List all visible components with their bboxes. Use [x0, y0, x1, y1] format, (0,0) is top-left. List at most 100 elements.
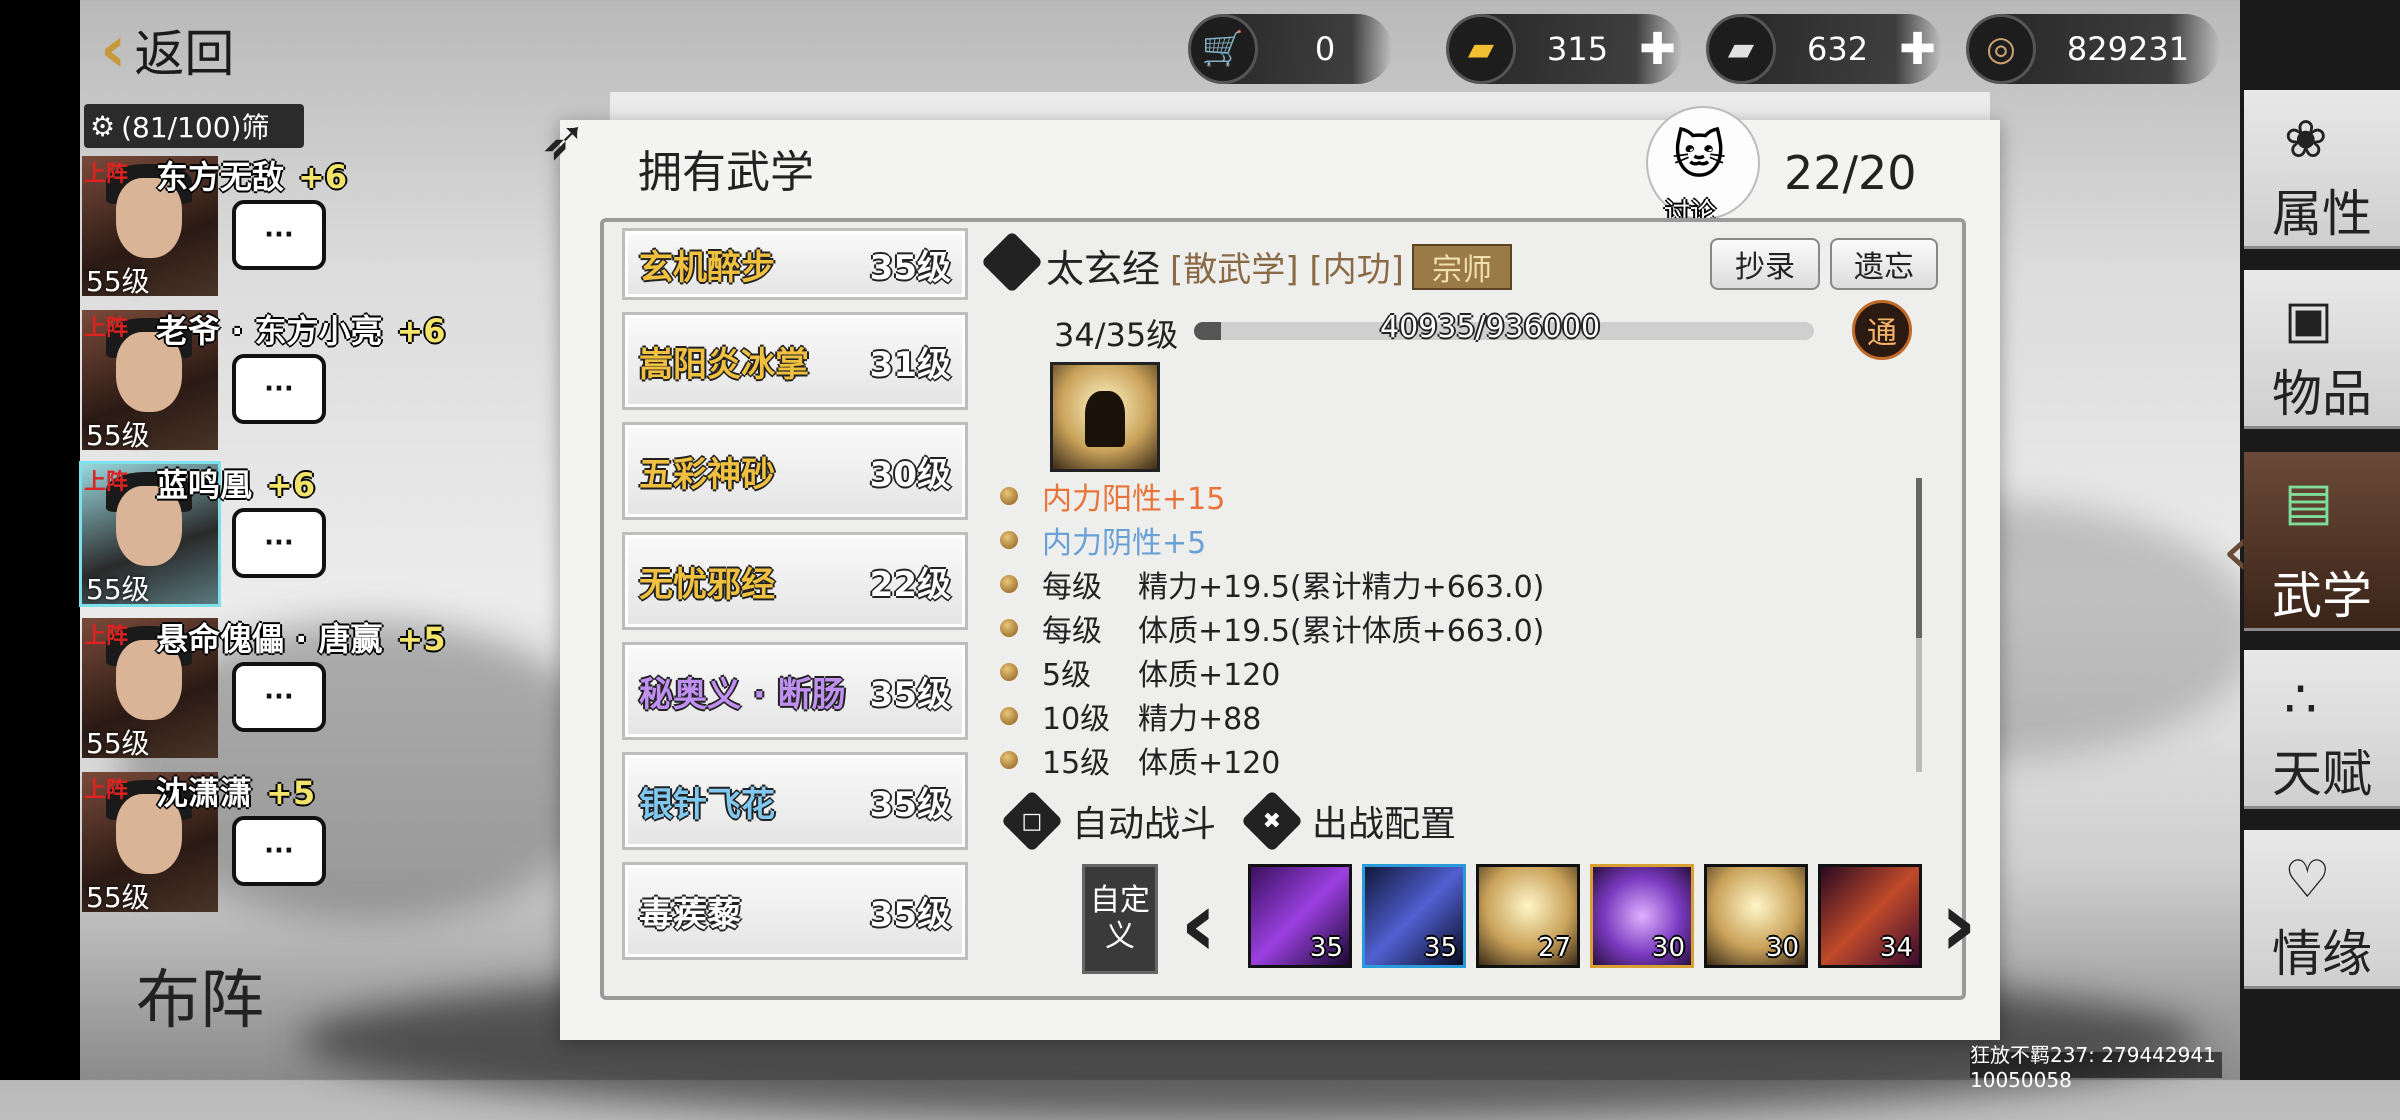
hero-name: 东方无敌 +6: [156, 152, 347, 198]
menu-label: 武学: [2272, 567, 2372, 625]
hero-card[interactable]: 上阵 55级 老爷 · 东方小亮 +6 ···: [82, 306, 446, 454]
attribute-row: 每级 体质+19.5(累计体质+663.0): [1000, 606, 1930, 650]
auto-battle-toggle[interactable]: □ 自动战斗: [1000, 789, 1216, 853]
skill-list-item[interactable]: 嵩阳炎冰掌 31级: [622, 312, 968, 410]
battle-config-toggle[interactable]: ✖ 出战配置: [1240, 789, 1457, 853]
slot-level: 34: [1879, 933, 1913, 963]
skill-level: 35级: [869, 784, 951, 825]
exp-progress-fill: [1194, 322, 1222, 340]
menu-martial-arts[interactable]: ▤ 武学: [2244, 452, 2400, 631]
skill-level: 31级: [869, 344, 951, 385]
scrollbar-thumb[interactable]: [1916, 478, 1922, 638]
attribute-list: 内力阳性+15 内力阴性+5 每级 精力+19.5(累计精力+663.0) 每级体…: [1000, 474, 1930, 782]
skill-list-item[interactable]: 银针飞花 35级: [622, 752, 968, 850]
monitor-icon: □: [1000, 789, 1064, 853]
bullet-icon: [1000, 663, 1018, 681]
hero-name: 蓝鸣凰 +6: [156, 460, 315, 506]
hero-name-text: 东方无敌: [156, 158, 285, 196]
chat-bubble-icon[interactable]: ···: [232, 200, 326, 270]
hero-card[interactable]: 上阵 55级 沈潇潇 +5 ···: [82, 768, 382, 916]
menu-romance[interactable]: ♡ 情缘: [2244, 830, 2400, 989]
skill-level: 35级: [869, 247, 951, 288]
hero-card-selected[interactable]: 上阵 55级 蓝鸣凰 +6 ···: [82, 460, 382, 608]
attribute-text: 内力阳性+15: [1042, 482, 1226, 517]
attribute-icon: ❀: [2284, 110, 2328, 170]
menu-items[interactable]: ▣ 物品: [2244, 270, 2400, 429]
skill-level: 22级: [869, 564, 951, 605]
hero-name-text: 悬命傀儡 · 唐赢: [156, 620, 383, 658]
skill-list-item[interactable]: 玄机醉步 35级: [622, 228, 968, 300]
attribute-row: 内力阳性+15: [1000, 474, 1930, 518]
formation-button[interactable]: 布阵: [90, 940, 310, 1050]
meditation-icon[interactable]: 27: [1476, 864, 1580, 968]
filter-icon: ⚙: [90, 109, 116, 143]
purple-flower-icon[interactable]: 30: [1590, 864, 1694, 968]
chevron-left-icon[interactable]: ‹: [1180, 872, 1217, 977]
book-icon: ▤: [2284, 472, 2334, 532]
slot-level: 30: [1765, 933, 1799, 963]
currency-tribute: 🛒 0: [1188, 14, 1392, 84]
attribute-row: 5级 体质+120: [1000, 650, 1930, 694]
skill-list-item[interactable]: 毒蒺藜 35级: [622, 862, 968, 960]
chevron-left-icon: ‹: [2222, 510, 2250, 592]
dart-icon: ➶: [540, 108, 587, 173]
attribute-text: 内力阴性+5: [1042, 526, 1207, 561]
panel-title: 拥有武学: [638, 147, 814, 198]
hero-card[interactable]: 上阵 55级 悬命傀儡 · 唐赢 +5 ···: [82, 614, 446, 762]
back-button[interactable]: ‹ 返回: [100, 10, 290, 90]
deployed-tag: 上阵: [84, 316, 129, 341]
player-watermark: 狂放不羁237: 279442941 10050058: [1970, 1043, 2222, 1092]
chat-bubble-icon[interactable]: ···: [232, 662, 326, 732]
custom-config-button[interactable]: 自定义: [1082, 864, 1158, 974]
mastery-button[interactable]: 通: [1852, 300, 1912, 360]
talent-tree-icon: ∴: [2284, 670, 2318, 730]
menu-attributes[interactable]: ❀ 属性: [2244, 90, 2400, 249]
crossed-swords-icon: ✖: [1240, 789, 1304, 853]
hero-level: 55级: [86, 265, 150, 298]
discuss-button[interactable]: 🐱 讨论: [1646, 106, 1760, 228]
currency-value: 315: [1547, 30, 1609, 68]
skill-name: 秘奥义 · 断肠: [639, 674, 846, 715]
attribute-prefix: 15级: [1042, 746, 1111, 781]
forget-button[interactable]: 遗忘: [1830, 238, 1938, 290]
hero-level: 55级: [86, 419, 150, 452]
skill-list-item[interactable]: 五彩神砂 30级: [622, 422, 968, 520]
meditation-icon[interactable]: 30: [1704, 864, 1808, 968]
bullet-icon: [1000, 575, 1018, 593]
purple-claw-icon[interactable]: 35: [1362, 864, 1466, 968]
attribute-row: 15级 体质+120: [1000, 738, 1930, 782]
skill-name: 银针飞花: [639, 784, 775, 825]
slot-level: 35: [1309, 933, 1343, 963]
hero-name-text: 老爷 · 东方小亮: [156, 312, 383, 350]
chat-bubble-icon[interactable]: ···: [232, 508, 326, 578]
skill-name: 无忧邪经: [639, 564, 775, 605]
skill-detail-name: 太玄经: [1046, 247, 1161, 291]
add-gold-button[interactable]: ✚: [1639, 24, 1676, 75]
attribute-text: 体质+19.5(累计体质+663.0): [1138, 614, 1545, 649]
purple-spear-icon[interactable]: 35: [1248, 864, 1352, 968]
skill-name: 五彩神砂: [639, 454, 775, 495]
deployed-tag: 上阵: [84, 470, 129, 495]
attribute-row: 每级 精力+19.5(累计精力+663.0): [1000, 562, 1930, 606]
chat-bubble-icon[interactable]: ···: [232, 354, 326, 424]
skill-list-item[interactable]: 秘奥义 · 断肠 35级: [622, 642, 968, 740]
skill-list-item[interactable]: 无忧邪经 22级: [622, 532, 968, 630]
copy-button[interactable]: 抄录: [1710, 238, 1820, 290]
fist-icon[interactable]: 34: [1818, 864, 1922, 968]
attribute-scrollbar[interactable]: [1916, 478, 1922, 772]
deployed-tag: 上阵: [84, 778, 129, 803]
menu-talent[interactable]: ∴ 天赋: [2244, 650, 2400, 809]
battle-config-label: 出战配置: [1312, 804, 1457, 845]
chevron-right-icon[interactable]: ›: [1940, 872, 1977, 977]
skill-level: 30级: [869, 454, 951, 495]
menu-label: 天赋: [2272, 745, 2372, 803]
chat-bubble-icon[interactable]: ···: [232, 816, 326, 886]
bullet-icon: [1000, 487, 1018, 505]
menu-label: 情缘: [2272, 925, 2372, 983]
add-silver-button[interactable]: ✚: [1899, 24, 1936, 75]
cat-mascot-icon: 🐱: [1672, 126, 1727, 186]
screen-edge-left: [0, 0, 80, 1080]
silver-ingot-icon: ▰: [1706, 14, 1776, 84]
roster-filter-button[interactable]: ⚙ (81/100)筛: [84, 104, 304, 148]
hero-card[interactable]: 上阵 55级 东方无敌 +6 ···: [82, 152, 382, 300]
